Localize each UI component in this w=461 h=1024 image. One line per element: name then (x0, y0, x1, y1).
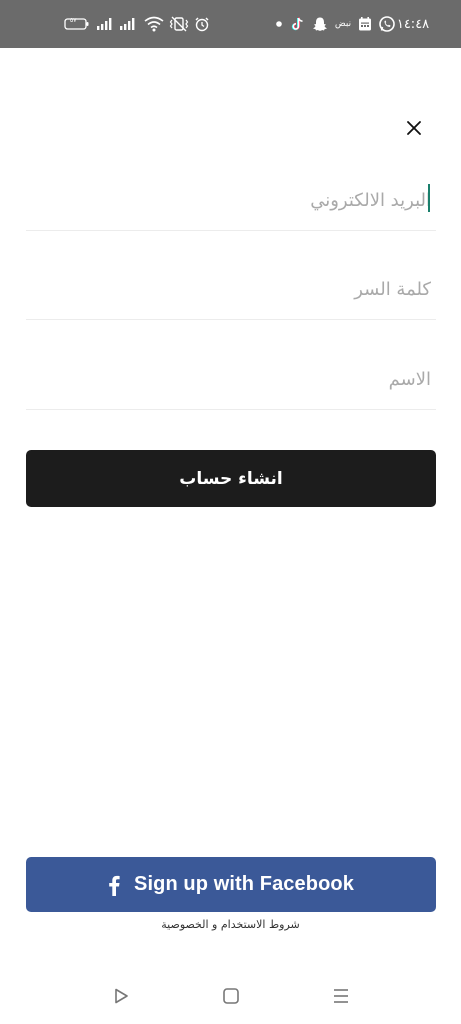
status-bar: ٥٧ نبض ١٤:٤٨ (0, 0, 461, 48)
tiktok-icon (289, 14, 305, 34)
close-icon (407, 121, 421, 135)
signal-bars-icon (119, 14, 137, 34)
name-field-container (26, 350, 436, 410)
nabd-icon: نبض (333, 14, 353, 34)
home-icon (223, 988, 239, 1004)
nav-back-button[interactable] (108, 984, 134, 1008)
alarm-icon (193, 14, 211, 34)
nav-menu-button[interactable] (328, 984, 354, 1008)
signal-bars-icon (96, 14, 114, 34)
status-time: ١٤:٤٨ (396, 16, 430, 32)
create-account-label: انشاء حساب (179, 468, 283, 489)
create-account-button[interactable]: انشاء حساب (26, 450, 436, 507)
snapchat-icon (311, 14, 329, 34)
back-icon (115, 988, 128, 1004)
signup-screen: ٥٧ نبض ١٤:٤٨ البريد الالكتروني الاسم انش… (0, 0, 461, 1024)
nabd-text: نبض (334, 19, 352, 29)
facebook-signup-label: Sign up with Facebook (134, 873, 354, 895)
facebook-signup-button[interactable]: Sign up with Facebook (26, 857, 436, 912)
password-field-container (26, 260, 436, 320)
terms-privacy-link[interactable]: شروط الاستخدام و الخصوصية (0, 918, 461, 931)
battery-icon: ٥٧ (64, 14, 90, 34)
password-field[interactable] (26, 260, 431, 319)
text-cursor (428, 184, 430, 212)
wifi-icon (144, 14, 164, 34)
nav-home-button[interactable] (218, 984, 244, 1008)
facebook-icon (109, 875, 120, 896)
email-field[interactable] (26, 171, 431, 230)
battery-level: ٥٧ (70, 17, 77, 24)
calendar-icon (357, 14, 373, 34)
close-button[interactable] (399, 113, 429, 143)
email-field-container (26, 171, 436, 231)
menu-icon (334, 989, 348, 1003)
name-field[interactable] (26, 350, 431, 409)
vibrate-icon (169, 14, 189, 34)
dot-icon (274, 14, 284, 34)
